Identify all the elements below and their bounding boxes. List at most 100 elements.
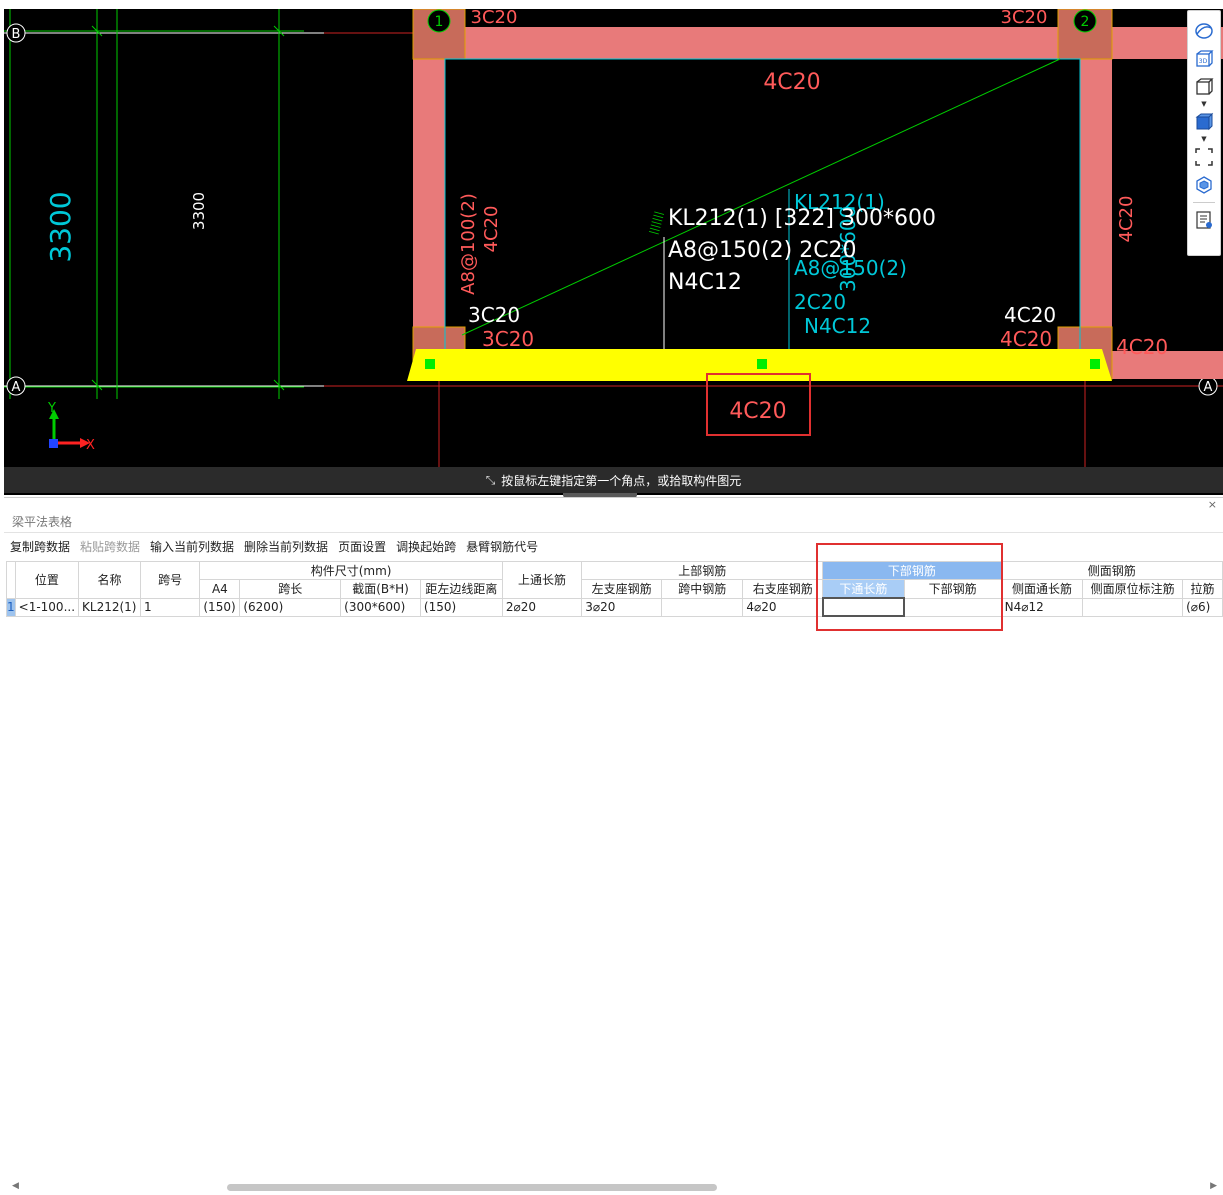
axis-label-a-right: A xyxy=(1204,380,1213,395)
perspective-icon[interactable] xyxy=(1192,173,1216,197)
cell-side-through[interactable]: N4⌀12 xyxy=(1000,597,1084,617)
scrollbar-thumb[interactable] xyxy=(227,1184,717,1191)
chevron-down-icon[interactable]: ▼ xyxy=(1201,101,1206,108)
top-beam-label-left: 3C20 xyxy=(471,9,518,28)
page-setup-button[interactable]: 页面设置 xyxy=(338,538,386,555)
col-header-a4: A4 xyxy=(199,579,241,599)
left-column-beam xyxy=(413,27,445,351)
orbit-icon[interactable] xyxy=(1192,19,1216,43)
scroll-right-icon[interactable]: ▶ xyxy=(1210,1181,1217,1191)
cell-top-through[interactable]: 2⌀20 xyxy=(501,597,583,617)
cell-span[interactable]: 1 xyxy=(139,597,201,617)
col-header-size-group: 构件尺寸(mm) xyxy=(199,561,503,580)
status-text: 按鼠标左键指定第一个角点，或拾取构件图元 xyxy=(501,473,742,488)
beam-table-panel: × 梁平法表格 复制跨数据 粘贴跨数据 输入当前列数据 删除当前列数据 页面设置… xyxy=(4,497,1223,1191)
right-edge-label: 4C20 xyxy=(1116,335,1168,359)
top-beam xyxy=(413,27,1112,59)
ghost-annotation-5: N4C12 xyxy=(804,314,871,338)
cell-section[interactable]: (300*600) xyxy=(340,597,421,617)
grip-right xyxy=(1090,359,1100,369)
cell-a4[interactable]: (150) xyxy=(199,597,241,617)
panel-header: × xyxy=(4,498,1223,512)
toolbar-divider xyxy=(1193,202,1215,203)
col-header-top-group: 上部钢筋 xyxy=(581,561,824,580)
col-header-span: 跨号 xyxy=(139,561,201,599)
left-column-stirrup-label: A8@100(2) xyxy=(458,193,479,295)
horizontal-scrollbar[interactable]: ◀ ▶ xyxy=(12,1181,1217,1195)
col-header-name: 名称 xyxy=(78,561,141,599)
row-number[interactable]: 1 xyxy=(6,597,16,617)
svg-text:3D: 3D xyxy=(1199,58,1208,65)
copy-span-button[interactable]: 复制跨数据 xyxy=(10,538,70,555)
col-header-position: 位置 xyxy=(14,561,80,599)
cell-tie[interactable]: (⌀6) xyxy=(1182,597,1223,617)
col-header-side-orig: 侧面原位标注筋 xyxy=(1082,579,1184,599)
table-row[interactable]: 1 <1-100... KL212(1) 1 (150) (6200) (300… xyxy=(6,597,1223,617)
beam-annotation-line1: KL212(1) [322] 300*600 xyxy=(668,206,936,231)
cell-top-left[interactable]: 3⌀20 xyxy=(581,597,662,617)
scroll-left-icon[interactable]: ◀ xyxy=(12,1181,19,1191)
drawing-area[interactable]: B A A 3300 3300 1 2 3C20 3C20 4C20 A8@10… xyxy=(0,0,1223,495)
cantilever-code-button[interactable]: 悬臂钢筋代号 xyxy=(466,538,538,555)
cell-top-mid[interactable] xyxy=(660,597,744,617)
cell-name[interactable]: KL212(1) xyxy=(78,597,141,617)
support-left-white-label: 3C20 xyxy=(468,303,520,327)
svg-text:|||||||: ||||||| xyxy=(648,210,665,236)
dimension-3300-small: 3300 xyxy=(190,192,208,230)
paste-span-button: 粘贴跨数据 xyxy=(80,540,141,554)
box-view-icon[interactable] xyxy=(1192,75,1216,99)
cell-span-length[interactable]: (6200) xyxy=(239,597,342,617)
right-column-beam xyxy=(1080,27,1112,351)
3d-view-icon[interactable]: 3D xyxy=(1192,47,1216,71)
highlight-box-bottom-label xyxy=(706,373,811,436)
col-header-section: 截面(B*H) xyxy=(340,579,421,599)
cell-side-orig[interactable] xyxy=(1082,597,1184,617)
axis-label-b: B xyxy=(12,27,21,42)
left-column-bar-label: 4C20 xyxy=(481,206,502,253)
ucs-y-label: Y xyxy=(47,401,56,416)
select-cursor-icon: ⤡ xyxy=(485,472,496,487)
highlight-box-bottom-rebar xyxy=(816,543,1003,631)
chevron-down-icon-2[interactable]: ▼ xyxy=(1201,136,1206,143)
right-column-bar-label: 4C20 xyxy=(1116,196,1137,243)
col-header-side-group: 侧面钢筋 xyxy=(1000,561,1223,580)
grip-mid xyxy=(757,359,767,369)
col-header-edge-distance: 距左边线距离 xyxy=(419,579,503,599)
grip-left xyxy=(425,359,435,369)
support-right-red-label: 4C20 xyxy=(1000,327,1052,351)
col-header-span-length: 跨长 xyxy=(239,579,342,599)
properties-icon[interactable] xyxy=(1192,208,1216,232)
dimension-3300-large: 3300 xyxy=(44,191,77,262)
table-action-bar: 复制跨数据 粘贴跨数据 输入当前列数据 删除当前列数据 页面设置 调换起始跨 悬… xyxy=(10,538,548,555)
beam-table: 位置 名称 跨号 构件尺寸(mm) 上通长筋 上部钢筋 下部钢筋 侧面钢筋 A4… xyxy=(6,561,1223,617)
input-column-button[interactable]: 输入当前列数据 xyxy=(150,538,234,555)
axis-label-1-top: 1 xyxy=(435,14,444,30)
support-left-red-label: 3C20 xyxy=(482,327,534,351)
col-header-top-left: 左支座钢筋 xyxy=(581,579,662,599)
close-icon[interactable]: × xyxy=(1208,498,1217,511)
cell-top-right[interactable]: 4⌀20 xyxy=(742,597,824,617)
ucs-x-label: X xyxy=(86,438,95,453)
cad-canvas[interactable]: B A A 3300 3300 1 2 3C20 3C20 4C20 A8@10… xyxy=(4,9,1223,495)
cell-position[interactable]: <1-100... xyxy=(14,597,80,617)
col-header-side-through: 侧面通长筋 xyxy=(1000,579,1084,599)
col-header-tie: 拉筋 xyxy=(1182,579,1223,599)
panel-title: 梁平法表格 xyxy=(12,515,73,529)
panel-divider xyxy=(4,532,1223,533)
diagonal-line xyxy=(461,58,1061,336)
col-header-top-mid: 跨中钢筋 xyxy=(660,579,744,599)
command-status-bar: ⤡ 按鼠标左键指定第一个角点，或拾取构件图元 xyxy=(4,467,1223,493)
top-beam-mid-label: 4C20 xyxy=(763,70,820,95)
delete-column-button[interactable]: 删除当前列数据 xyxy=(244,538,328,555)
solid-box-icon[interactable] xyxy=(1192,110,1216,134)
corner-cell xyxy=(6,561,16,599)
support-right-white-label: 4C20 xyxy=(1004,303,1056,327)
col-header-top-right: 右支座钢筋 xyxy=(742,579,824,599)
fit-view-icon[interactable] xyxy=(1192,145,1216,169)
cell-edge-distance[interactable]: (150) xyxy=(419,597,503,617)
ghost-annotation-4: 2C20 xyxy=(794,290,846,314)
swap-start-span-button[interactable]: 调换起始跨 xyxy=(396,538,456,555)
cad-drawing[interactable]: B A A 3300 3300 1 2 3C20 3C20 4C20 A8@10… xyxy=(4,9,1223,495)
beam-table-scroll[interactable]: 位置 名称 跨号 构件尺寸(mm) 上通长筋 上部钢筋 下部钢筋 侧面钢筋 A4… xyxy=(6,561,1223,681)
axis-label-2-top: 2 xyxy=(1081,14,1090,30)
